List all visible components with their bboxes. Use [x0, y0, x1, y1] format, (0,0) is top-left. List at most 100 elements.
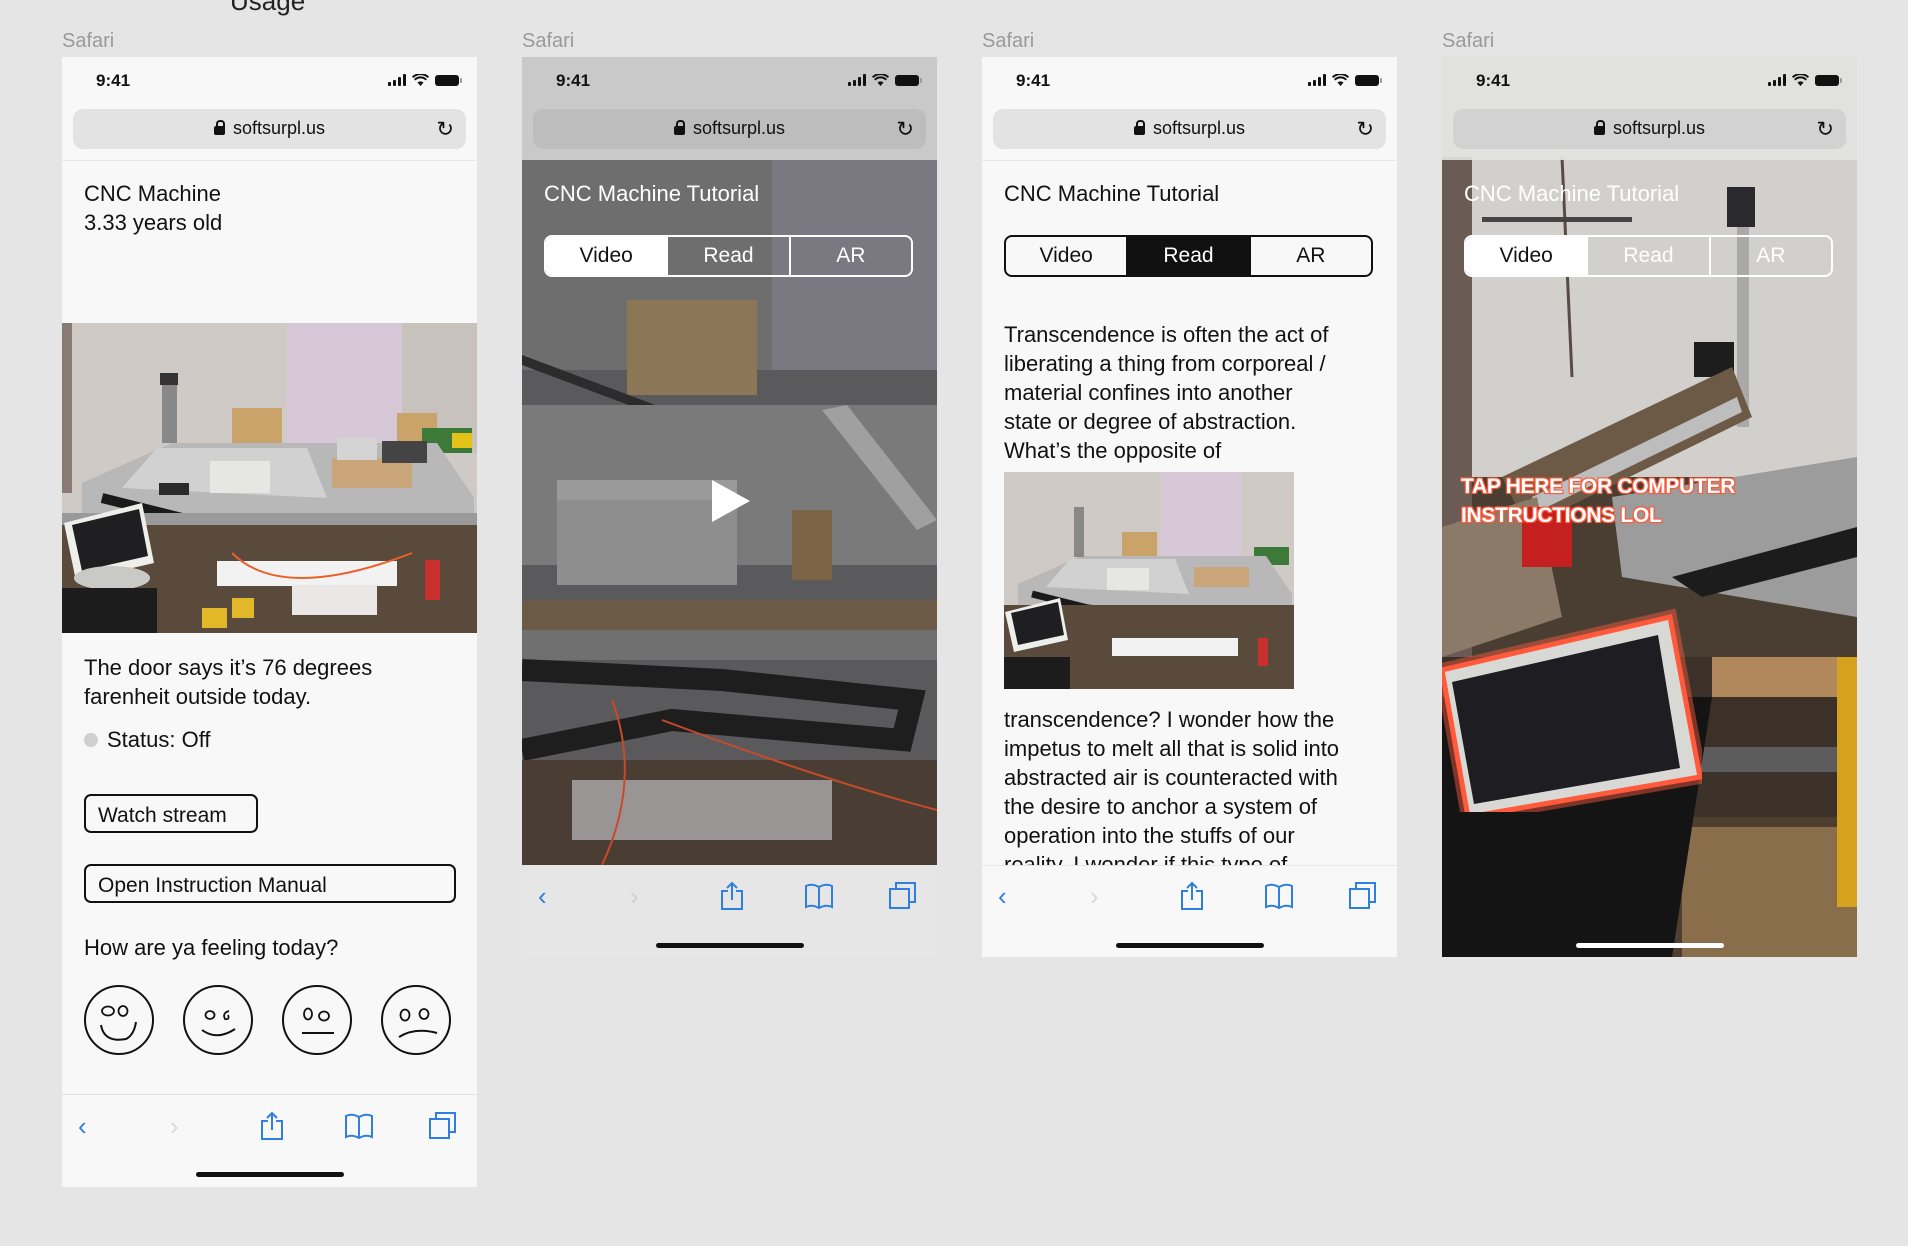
ar-label-line2: INSTRUCTIONS LOL: [1461, 504, 1662, 527]
chevron-right-icon[interactable]: ›: [170, 1111, 179, 1142]
article-line: Transcendence is often the act of: [1004, 322, 1329, 347]
share-icon[interactable]: [1179, 881, 1205, 911]
phone-screen-device-overview: 9:41 softsurpl.us ↻ CNC Machine 3.33 yea…: [62, 57, 477, 1187]
tutorial-mode-tabs: Video Read AR: [1464, 235, 1833, 277]
mood-neutral-button[interactable]: [282, 985, 352, 1055]
chevron-left-icon[interactable]: ‹: [538, 881, 547, 912]
status-bar: 9:41: [62, 57, 477, 107]
browser-toolbar: ‹ ›: [522, 867, 937, 927]
reload-icon[interactable]: ↻: [1816, 117, 1834, 142]
ar-highlighted-monitor[interactable]: [1442, 597, 1709, 826]
watch-stream-button[interactable]: Watch stream: [84, 794, 258, 833]
share-icon[interactable]: [719, 881, 745, 911]
article-line: liberating a thing from corporeal /: [1004, 351, 1326, 376]
bookmarks-icon[interactable]: [1264, 883, 1294, 909]
tutorial-title: CNC Machine Tutorial: [1464, 181, 1680, 206]
device-status: Status: Off: [107, 727, 211, 752]
mood-happy-button[interactable]: [183, 985, 253, 1055]
tabs-icon[interactable]: [888, 881, 918, 911]
frame-label: Safari: [1442, 30, 1495, 52]
open-instruction-manual-button[interactable]: Open Instruction Manual: [84, 864, 456, 903]
wifi-icon: [872, 74, 889, 86]
tab-ar[interactable]: AR: [1248, 237, 1371, 275]
reload-icon[interactable]: ↻: [1356, 117, 1374, 142]
tab-video[interactable]: Video: [546, 237, 667, 275]
device-age: 3.33 years old: [84, 210, 223, 235]
article-line: impetus to melt all that is solid into: [1004, 736, 1340, 761]
article-line: abstracted air is counteracted with: [1004, 765, 1338, 790]
url-text: softsurpl.us: [1612, 118, 1706, 138]
play-icon[interactable]: [710, 478, 752, 524]
tabs-icon[interactable]: [1348, 881, 1378, 911]
tutorial-title: CNC Machine Tutorial: [544, 181, 760, 206]
status-time: 9:41: [96, 71, 131, 90]
wifi-icon: [1792, 74, 1809, 86]
address-bar[interactable]: softsurpl.us ↻: [993, 109, 1386, 149]
home-indicator: [1116, 943, 1264, 948]
tab-ar[interactable]: AR: [1708, 237, 1831, 275]
device-photo: [62, 323, 477, 633]
chevron-right-icon[interactable]: ›: [630, 881, 639, 912]
home-indicator: [656, 943, 804, 948]
address-bar[interactable]: softsurpl.us ↻: [73, 109, 466, 149]
cellular-signal-icon: [848, 74, 866, 86]
status-time: 9:41: [1476, 71, 1511, 90]
phone-screen-tutorial-ar: 9:41 softsurpl.us ↻ CNC Machine Tutorial…: [1442, 57, 1857, 957]
article-paragraph-1: Transcendence is often the act of libera…: [1004, 320, 1384, 465]
bookmarks-icon[interactable]: [804, 883, 834, 909]
article-image: [1004, 472, 1294, 689]
device-title: CNC Machine: [84, 181, 221, 206]
frame-label: Safari: [62, 30, 115, 52]
wifi-icon: [1332, 74, 1349, 86]
lock-icon: [1593, 120, 1605, 135]
mood-very-happy-button[interactable]: [84, 985, 154, 1055]
battery-icon: [1815, 74, 1842, 86]
browser-toolbar: ‹ ›: [982, 867, 1397, 927]
status-bar: 9:41: [1442, 57, 1857, 107]
chevron-right-icon[interactable]: ›: [1090, 881, 1099, 912]
section-title: Usage: [230, 0, 306, 16]
article-paragraph-2: transcendence? I wonder how the impetus …: [1004, 705, 1384, 865]
tab-read[interactable]: Read: [1126, 237, 1249, 275]
mood-sad-button[interactable]: [381, 985, 451, 1055]
home-indicator: [196, 1172, 344, 1177]
address-bar[interactable]: softsurpl.us ↻: [1453, 109, 1846, 149]
bookmarks-icon[interactable]: [344, 1113, 374, 1139]
feeling-prompt: How are ya feeling today?: [84, 935, 339, 960]
lock-icon: [1133, 120, 1145, 135]
status-bar: 9:41: [982, 57, 1397, 107]
chevron-left-icon[interactable]: ‹: [998, 881, 1007, 912]
tabs-icon[interactable]: [428, 1111, 458, 1141]
tab-read[interactable]: Read: [666, 237, 788, 275]
article-line: What’s the opposite of: [1004, 438, 1222, 463]
status-indicator-dot: [84, 733, 98, 747]
address-bar[interactable]: softsurpl.us ↻: [533, 109, 926, 149]
status-time: 9:41: [1016, 71, 1051, 90]
weather-text-line1: The door says it’s 76 degrees: [84, 655, 373, 680]
cellular-signal-icon: [1308, 74, 1326, 86]
tab-video[interactable]: Video: [1466, 237, 1587, 275]
url-text: softsurpl.us: [1152, 118, 1246, 138]
cellular-signal-icon: [1768, 74, 1786, 86]
tutorial-title: CNC Machine Tutorial: [1004, 181, 1220, 206]
ar-instructions-link[interactable]: TAP HERE FOR COMPUTER INSTRUCTIONS LOL: [1461, 472, 1735, 530]
chevron-left-icon[interactable]: ‹: [78, 1111, 87, 1142]
home-indicator: [1576, 943, 1724, 948]
share-icon[interactable]: [259, 1111, 285, 1141]
reload-icon[interactable]: ↻: [896, 117, 914, 142]
article-line: operation into the stuffs of our: [1004, 823, 1295, 848]
lock-icon: [213, 120, 225, 135]
frame-label: Safari: [982, 30, 1035, 52]
phone-screen-tutorial-read: 9:41 softsurpl.us ↻ CNC Machine Tutorial…: [982, 57, 1397, 957]
tab-video[interactable]: Video: [1006, 237, 1126, 275]
cellular-signal-icon: [388, 74, 406, 86]
reload-icon[interactable]: ↻: [436, 117, 454, 142]
phone-screen-tutorial-video: 9:41 softsurpl.us ↻ CNC Machine Tutorial…: [522, 57, 937, 957]
tab-read[interactable]: Read: [1586, 237, 1708, 275]
article-line: transcendence? I wonder how the: [1004, 707, 1335, 732]
tab-ar[interactable]: AR: [788, 237, 911, 275]
ar-label-line1: TAP HERE FOR COMPUTER: [1461, 475, 1736, 498]
article-line: material confines into another: [1004, 380, 1293, 405]
battery-icon: [1355, 74, 1382, 86]
lock-icon: [673, 120, 685, 135]
